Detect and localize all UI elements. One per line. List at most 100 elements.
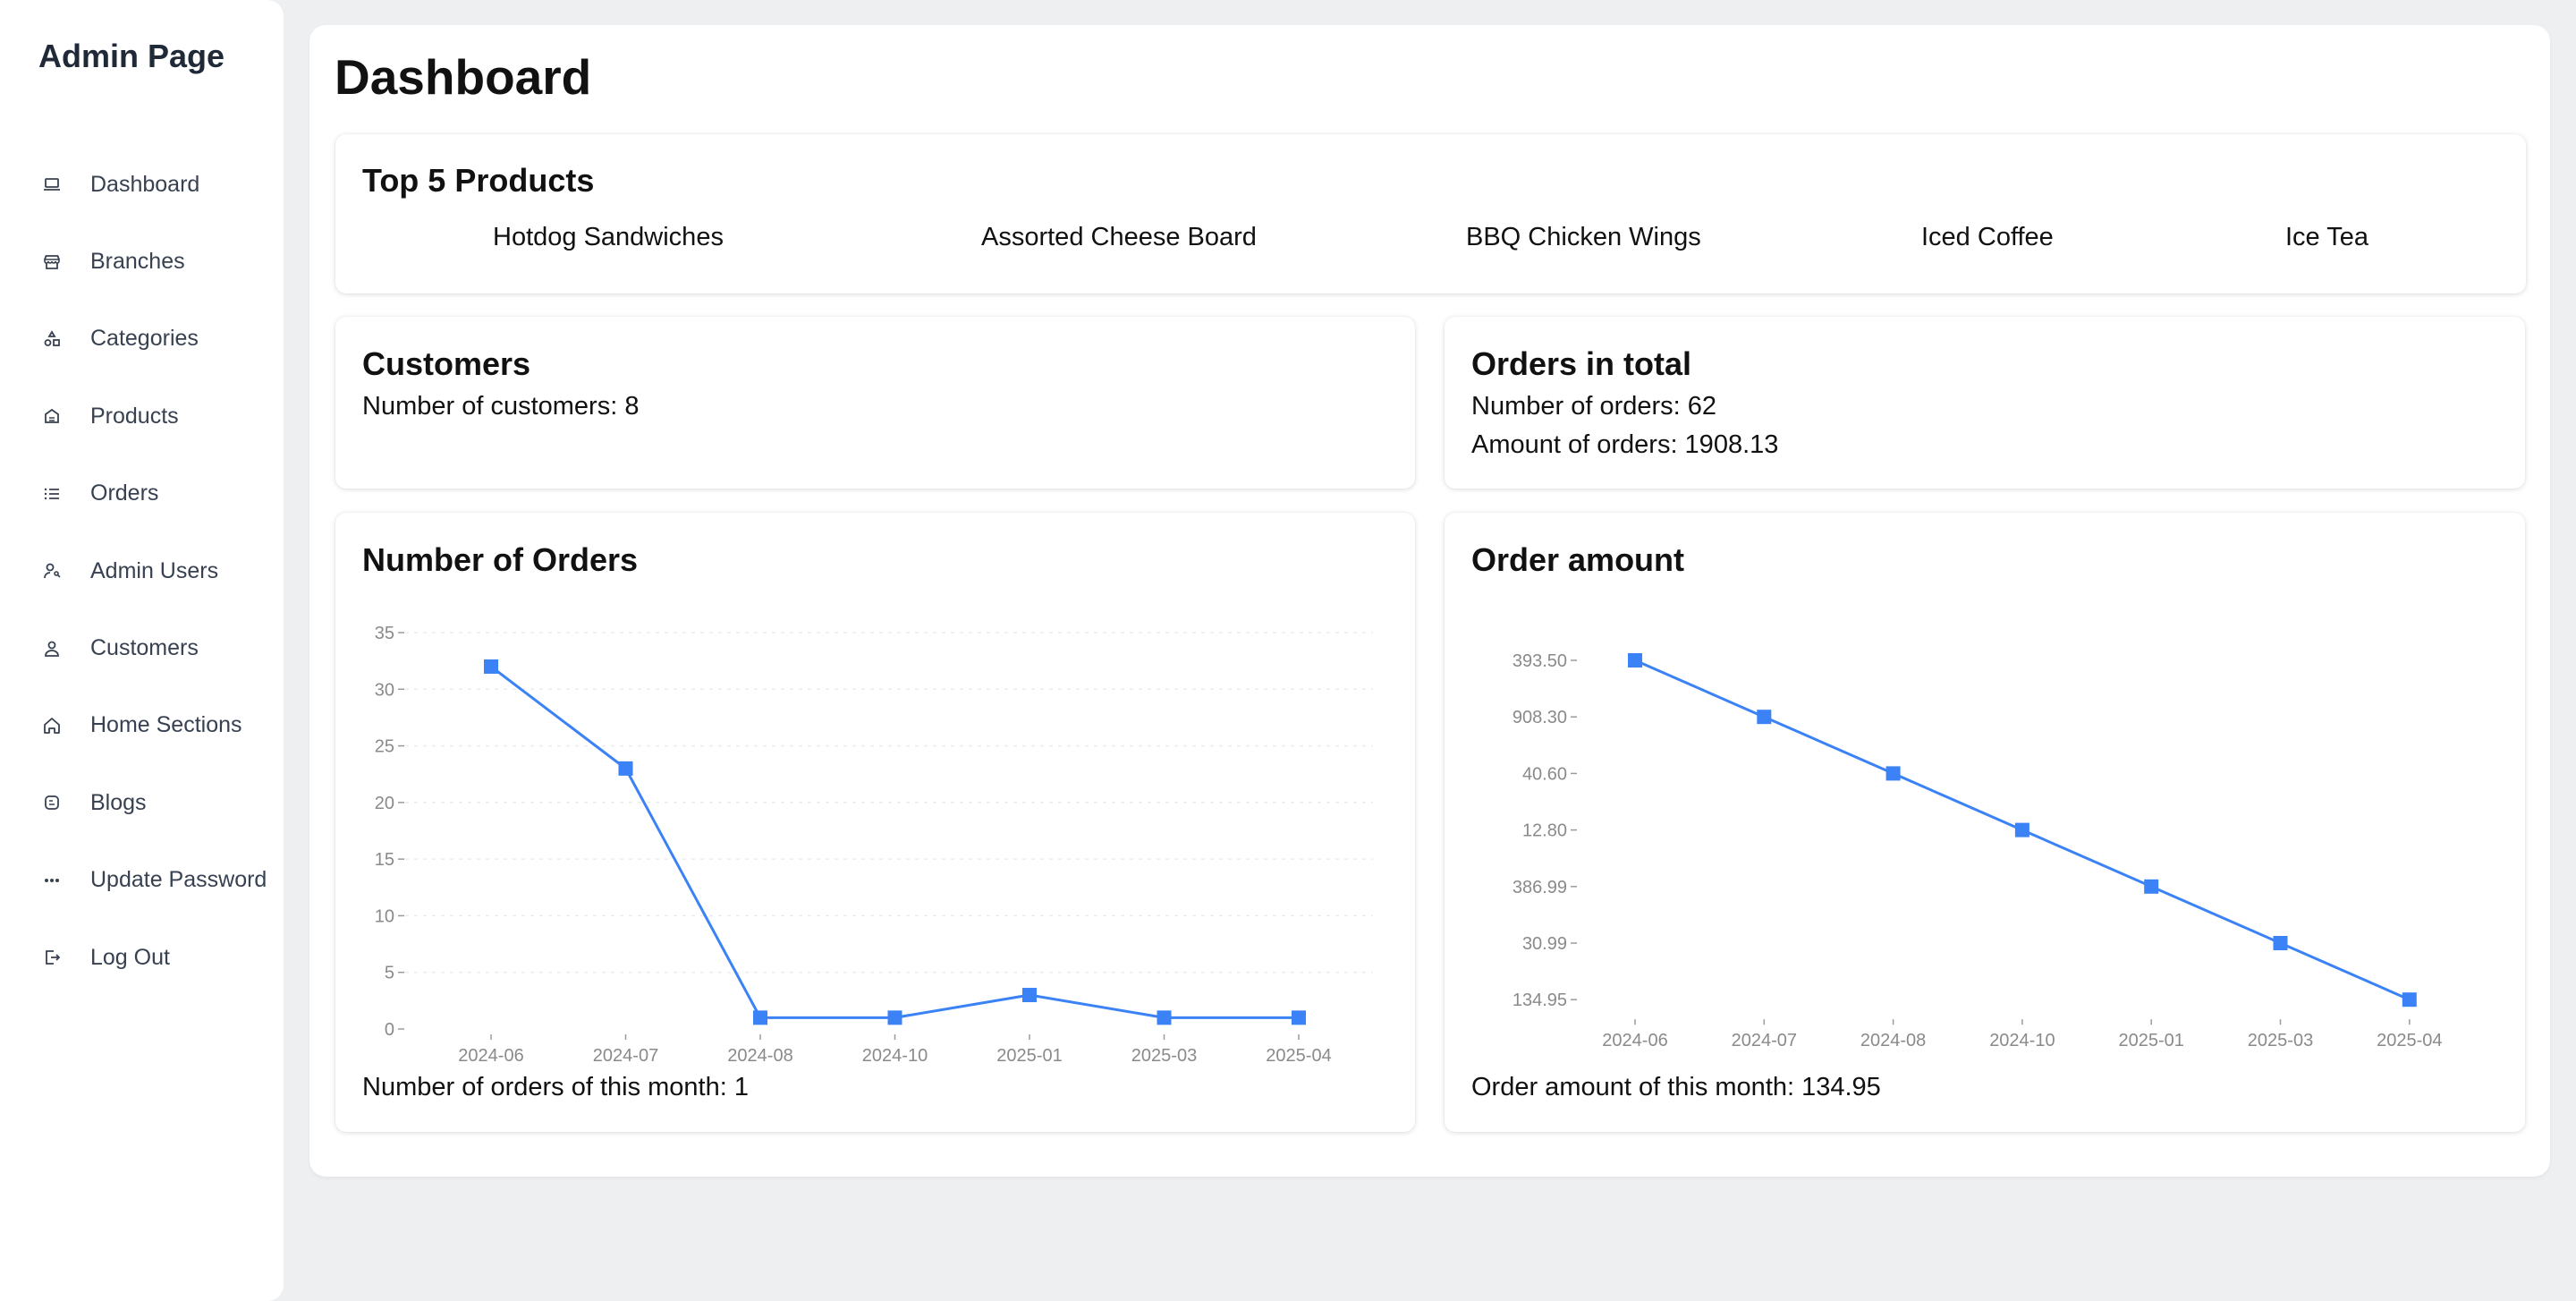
x-tick-label: 2024-10: [862, 1046, 928, 1066]
data-point: [1157, 1010, 1172, 1025]
sidebar-item-label: Categories: [90, 326, 199, 352]
y-tick-label: 30.99: [1522, 934, 1567, 954]
sidebar-item-label: Branches: [90, 249, 185, 275]
product-item: Hotdog Sandwiches: [493, 223, 724, 251]
sidebar-item-home-sections[interactable]: Home Sections: [0, 687, 284, 764]
y-tick-label: 20: [375, 794, 394, 813]
top-products-title: Top 5 Products: [362, 162, 595, 199]
y-tick-label: 40.60: [1522, 764, 1567, 784]
shapes-icon: [41, 328, 63, 350]
data-point: [1022, 988, 1037, 1003]
top-products-list: Hotdog Sandwiches Assorted Cheese Board …: [335, 223, 2526, 259]
orders-total-title: Orders in total: [1471, 345, 1692, 382]
main-panel: Dashboard Top 5 Products Hotdog Sandwich…: [309, 25, 2550, 1177]
orders-count: Number of orders: 62: [1471, 392, 1717, 421]
sidebar-item-branches[interactable]: Branches: [0, 223, 284, 300]
user-key-icon: [41, 560, 63, 582]
sidebar-item-orders[interactable]: Orders: [0, 455, 284, 532]
x-tick-label: 2025-04: [1266, 1046, 1331, 1066]
sidebar-item-label: Orders: [90, 480, 159, 506]
x-tick-label: 2025-01: [996, 1046, 1062, 1066]
password-dots-icon: [41, 870, 63, 891]
amount-chart-footer: Order amount of this month: 134.95: [1471, 1073, 1881, 1101]
y-tick-label: 5: [385, 964, 394, 983]
sidebar-item-products[interactable]: Products: [0, 378, 284, 455]
sidebar-item-label: Log Out: [90, 944, 170, 970]
customers-count: Number of customers: 8: [362, 392, 640, 421]
product-item: Assorted Cheese Board: [981, 223, 1257, 251]
product-item: BBQ Chicken Wings: [1466, 223, 1701, 251]
y-tick-label: 393.50: [1513, 651, 1567, 671]
sidebar-item-admin-users[interactable]: Admin Users: [0, 532, 284, 609]
x-tick-label: 2025-01: [2118, 1031, 2183, 1050]
sidebar-item-label: Customers: [90, 635, 199, 661]
sidebar-item-log-out[interactable]: Log Out: [0, 919, 284, 996]
customers-card: Customers Number of customers: 8: [335, 317, 1415, 489]
data-point: [1757, 710, 1772, 725]
data-point: [1292, 1010, 1306, 1025]
x-tick-label: 2024-07: [1732, 1031, 1797, 1050]
x-tick-label: 2024-08: [727, 1046, 792, 1066]
y-tick-label: 134.95: [1513, 991, 1567, 1010]
orders-amount: Amount of orders: 1908.13: [1471, 430, 1779, 459]
laptop-icon: [41, 174, 63, 195]
data-point: [2144, 879, 2159, 894]
sidebar-item-label: Admin Users: [90, 557, 219, 583]
orders-total-card: Orders in total Number of orders: 62 Amo…: [1445, 317, 2525, 489]
food-icon: [41, 405, 63, 427]
sidebar-item-label: Update Password: [90, 867, 267, 893]
amount-chart-card: Order amount 393.50 908.30 40.60 12.80 386.9…: [1445, 513, 2525, 1132]
page-title: Dashboard: [335, 49, 592, 105]
y-tick-label: 0: [385, 1020, 394, 1040]
x-tick-label: 2024-06: [458, 1046, 523, 1066]
orders-chart-footer: Number of orders of this month: 1: [362, 1073, 749, 1101]
sidebar-item-label: Products: [90, 403, 179, 429]
sidebar-item-blogs[interactable]: Blogs: [0, 764, 284, 841]
customers-title: Customers: [362, 345, 531, 382]
orders-chart-card: Number of Orders 0 5 10 15 20 25 30 35 2024-06 20…: [335, 513, 1415, 1132]
sidebar-item-update-password[interactable]: Update Password: [0, 842, 284, 919]
orders-line-chart: 0 5 10 15 20 25 30 35 2024-06 2024-07 2024-08 2024-…: [375, 624, 1373, 1066]
data-point: [887, 1010, 902, 1025]
data-point: [618, 761, 633, 776]
x-tick-label: 2025-04: [2377, 1031, 2442, 1050]
logout-icon: [41, 947, 63, 968]
x-tick-label: 2025-03: [2248, 1031, 2313, 1050]
data-point: [1628, 653, 1642, 668]
x-tick-label: 2024-06: [1602, 1031, 1667, 1050]
y-tick-label: 15: [375, 850, 394, 870]
data-point: [2273, 936, 2288, 950]
data-point: [1885, 766, 1901, 781]
sidebar-item-categories[interactable]: Categories: [0, 301, 284, 378]
product-item: Iced Coffee: [1921, 223, 2054, 251]
store-icon: [41, 251, 63, 273]
data-point: [2402, 992, 2417, 1008]
sidebar-nav: Dashboard Branches Categories Products Order…: [0, 146, 284, 996]
blog-icon: [41, 792, 63, 813]
sidebar-item-customers[interactable]: Customers: [0, 609, 284, 686]
data-point: [484, 659, 498, 674]
top-products-card: Top 5 Products Hotdog Sandwiches Assorte…: [335, 134, 2526, 293]
y-tick-label: 908.30: [1513, 708, 1567, 727]
sidebar-item-dashboard[interactable]: Dashboard: [0, 146, 284, 223]
y-tick-label: 35: [375, 624, 394, 643]
x-tick-label: 2024-10: [1989, 1031, 2055, 1050]
y-tick-label: 30: [375, 680, 394, 700]
brand-title: Admin Page: [38, 38, 225, 74]
x-tick-label: 2024-07: [593, 1046, 658, 1066]
home-icon: [41, 715, 63, 736]
data-point: [2014, 822, 2029, 838]
data-point: [753, 1010, 767, 1025]
product-item: Ice Tea: [2285, 223, 2368, 251]
y-tick-label: 12.80: [1522, 821, 1567, 841]
sidebar: Admin Page Dashboard Branches Categories Pr…: [0, 0, 284, 1301]
amount-line-chart: 393.50 908.30 40.60 12.80 386.99 30.99 134.95 2…: [1513, 651, 2443, 1050]
series-line: [490, 665, 1299, 1019]
y-tick-label: 10: [375, 906, 394, 926]
user-icon: [41, 638, 63, 659]
sidebar-item-label: Dashboard: [90, 171, 200, 197]
sidebar-item-label: Home Sections: [90, 712, 242, 738]
list-icon: [41, 483, 63, 505]
sidebar-item-label: Blogs: [90, 789, 147, 815]
x-tick-label: 2024-08: [1860, 1031, 1926, 1050]
